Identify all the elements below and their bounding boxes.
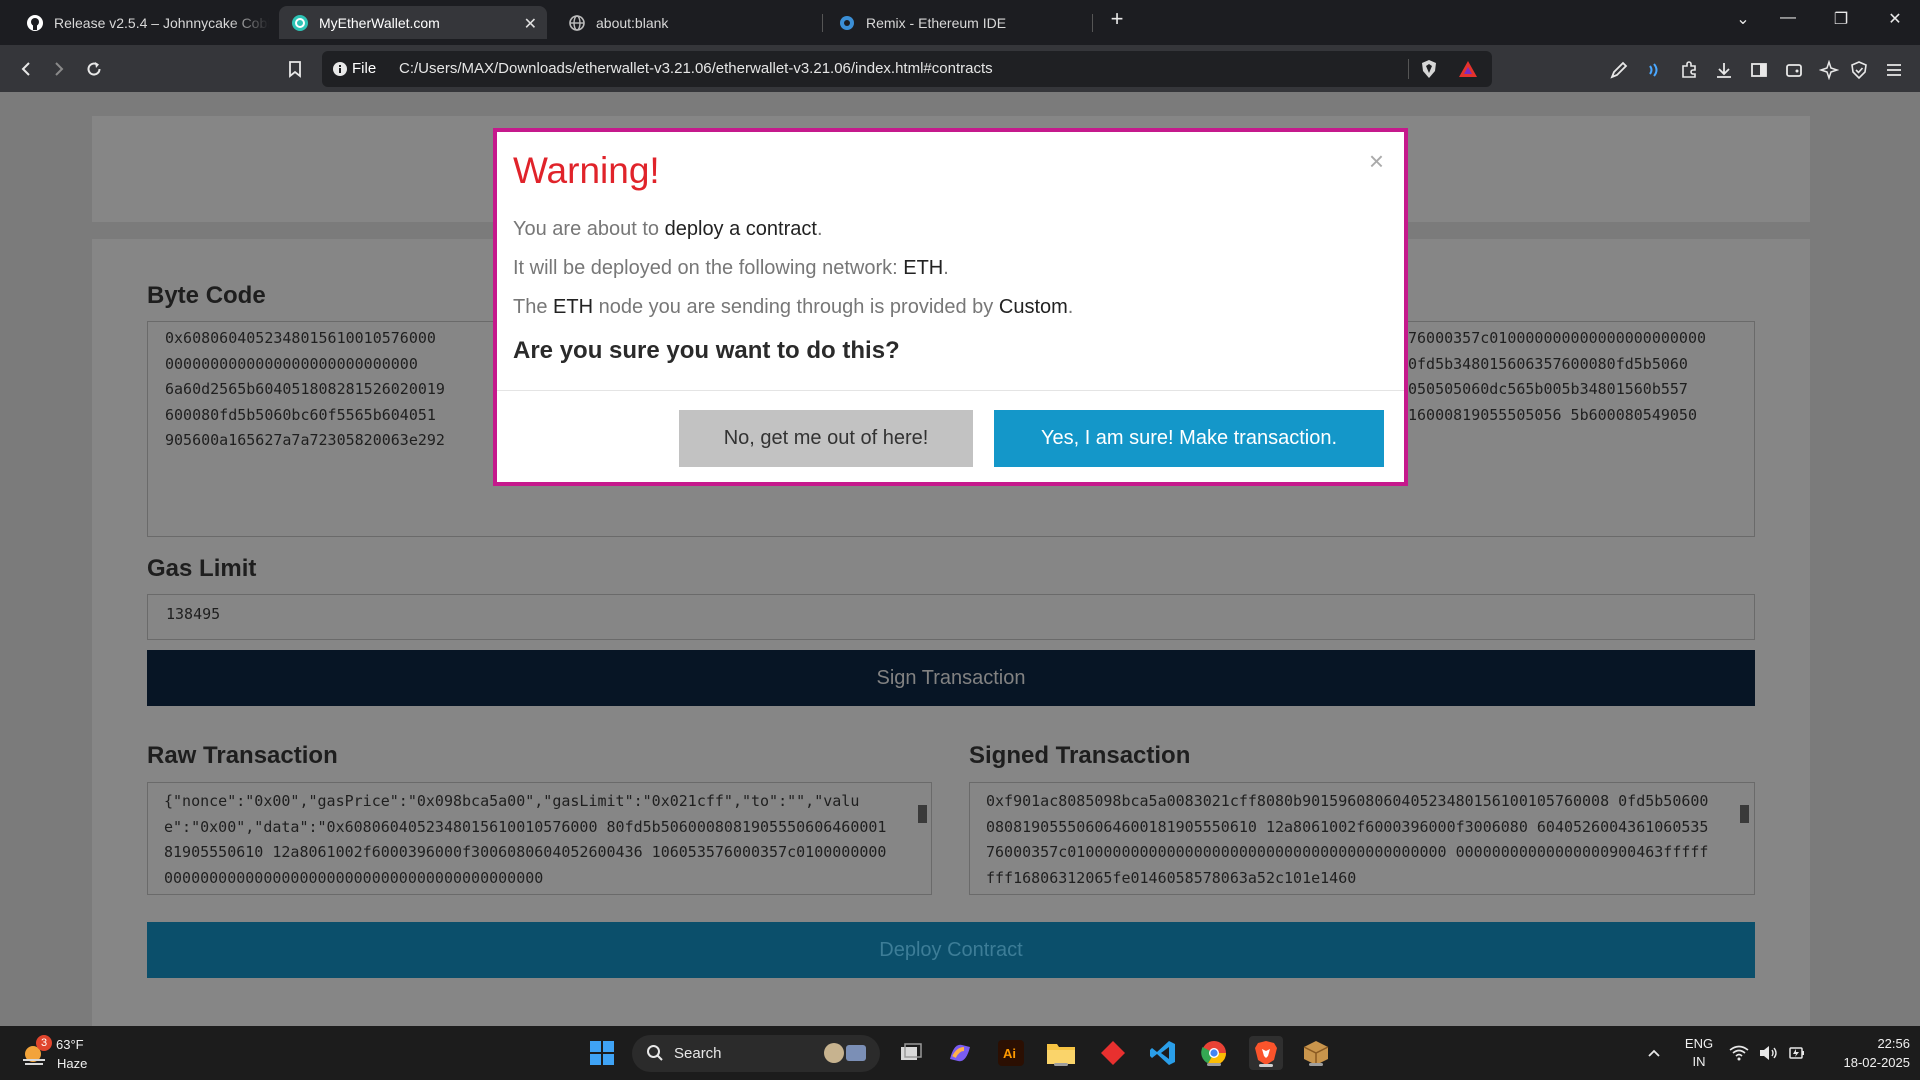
sidebar-icon[interactable] [1748, 59, 1770, 81]
battery-icon[interactable] [1785, 1037, 1809, 1069]
byte-code-line: 050505060dc565b005b34801560b557 [1408, 380, 1688, 398]
raw-transaction-label: Raw Transaction [147, 742, 338, 769]
tab-search-chevron-icon[interactable]: ⌄ [1728, 9, 1758, 29]
language-indicator[interactable]: ENG IN [1684, 1036, 1714, 1069]
tab-remix[interactable]: Remix - Ethereum IDE [826, 6, 1081, 39]
dialog-line-network: It will be deployed on the following net… [513, 257, 949, 279]
node-provider-text: Custom [998, 296, 1068, 318]
tab-about-blank[interactable]: about:blank [556, 6, 811, 39]
warning-dialog: Warning! × You are about to deploy a con… [493, 128, 1408, 486]
clock-date: 18-02-2025 [1843, 1055, 1911, 1070]
copilot-icon[interactable] [944, 1037, 976, 1069]
dialog-divider [497, 390, 1404, 391]
file-explorer-icon[interactable] [1045, 1037, 1077, 1069]
window-close-icon[interactable]: ✕ [1880, 9, 1910, 29]
restore-icon[interactable]: ❐ [1826, 9, 1856, 29]
byte-code-line: 0000000000000000000000000000 [165, 355, 418, 373]
confirm-transaction-button[interactable]: Yes, I am sure! Make transaction. [994, 410, 1384, 467]
signed-transaction-label: Signed Transaction [969, 742, 1191, 769]
brave-shields-icon[interactable] [1420, 59, 1438, 84]
scheme-label: File [352, 60, 377, 77]
tab-title: about:blank [596, 14, 669, 31]
illustrator-icon[interactable]: Ai [995, 1037, 1027, 1069]
app-diamond-icon[interactable] [1097, 1037, 1129, 1069]
byte-code-line: 600080fd5b5060bc60f5565b604051 [165, 406, 436, 424]
gas-limit-input[interactable]: 138495 [147, 594, 1755, 640]
package-icon[interactable] [1300, 1037, 1332, 1069]
taskbar-search[interactable]: Search [632, 1035, 880, 1072]
pen-extension-icon[interactable] [1608, 59, 1630, 81]
taskbar: 3 63°F Haze Search Ai ENG IN 22:56 18-02… [0, 1026, 1920, 1080]
browser-toolbar: File C:/Users/MAX/Downloads/etherwallet-… [0, 45, 1920, 92]
signed-transaction-textarea[interactable]: 0xf901ac8085098bca5a0083021cff8080b90159… [969, 782, 1755, 895]
download-icon[interactable] [1713, 59, 1735, 81]
byte-code-line: 76000357c010000000000000000000000 [1408, 329, 1707, 347]
byte-code-line: 0fd5b348015606357600080fd5b5060 [1408, 355, 1688, 373]
action-text: deploy a contract [664, 218, 817, 240]
bookmark-icon[interactable] [281, 55, 309, 83]
network-text: ETH [903, 257, 944, 279]
weather-temp[interactable]: 63°F [56, 1037, 84, 1052]
wallet-icon[interactable] [1783, 59, 1805, 81]
search-placeholder: Search [674, 1045, 722, 1062]
clock-time: 22:56 [1877, 1036, 1910, 1051]
byte-code-line: 6a60d2565b604051808281526020019 [165, 380, 445, 398]
read-aloud-icon[interactable] [1643, 59, 1665, 81]
byte-code-line: 905600a165627a7a72305820063e292 [165, 431, 445, 449]
myetherwallet-icon [291, 14, 309, 32]
deploy-contract-button[interactable]: Deploy Contract [147, 922, 1755, 978]
dialog-question: Are you sure you want to do this? [513, 337, 900, 364]
weather-desc: Haze [57, 1056, 88, 1071]
close-icon[interactable]: × [1369, 146, 1384, 177]
dialog-line-action: You are about to deploy a contract. [513, 218, 823, 240]
forward-icon[interactable] [45, 55, 73, 83]
signed-transaction-scrollbar[interactable] [1737, 785, 1751, 890]
new-tab-button[interactable]: + [1102, 6, 1132, 32]
tab-github-release[interactable]: Release v2.5.4 – Johnnycake Cobble [14, 6, 269, 39]
remix-icon [838, 14, 856, 32]
dialog-title: Warning! [513, 150, 660, 191]
sign-transaction-button[interactable]: Sign Transaction [147, 650, 1755, 706]
cancel-button[interactable]: No, get me out of here! [679, 410, 973, 467]
windows-start-icon[interactable] [586, 1037, 618, 1069]
byte-code-label: Byte Code [147, 282, 266, 309]
leo-ai-icon[interactable] [1818, 59, 1840, 81]
volume-icon[interactable] [1757, 1037, 1781, 1069]
byte-code-line: 0x6080604052348015610010576000 [165, 329, 436, 347]
tab-myetherwallet[interactable]: MyEtherWallet.com ✕ [279, 6, 547, 39]
address-bar[interactable]: File C:/Users/MAX/Downloads/etherwallet-… [322, 51, 1492, 87]
minimize-icon[interactable]: — [1773, 9, 1803, 27]
vscode-icon[interactable] [1147, 1037, 1179, 1069]
brave-browser-icon[interactable] [1249, 1036, 1283, 1070]
raw-transaction-textarea[interactable]: {"nonce":"0x00","gasPrice":"0x098bca5a00… [147, 782, 932, 895]
task-view-icon[interactable] [895, 1037, 927, 1069]
globe-icon [568, 14, 586, 32]
weather-badge: 3 [36, 1035, 52, 1051]
chrome-icon[interactable] [1198, 1037, 1230, 1069]
brave-rewards-icon[interactable] [1458, 59, 1478, 84]
tab-title: Remix - Ethereum IDE [866, 14, 1007, 31]
byte-code-line: 16000819055505056 5b600080549050 [1408, 406, 1697, 424]
vpn-shield-icon[interactable] [1848, 59, 1870, 81]
tab-strip: Release v2.5.4 – Johnnycake Cobble MyEth… [0, 0, 1920, 45]
url-text[interactable]: C:/Users/MAX/Downloads/etherwallet-v3.21… [399, 60, 993, 77]
node-network-text: ETH [553, 296, 594, 318]
search-icon [646, 1044, 664, 1067]
dialog-line-node: The ETH node you are sending through is … [513, 296, 1074, 318]
show-hidden-icons-chevron-icon[interactable] [1638, 1037, 1670, 1069]
svg-text:Ai: Ai [1003, 1046, 1016, 1061]
clock[interactable]: 22:56 18-02-2025 [1820, 1036, 1911, 1070]
menu-icon[interactable] [1883, 59, 1905, 81]
wifi-icon[interactable] [1727, 1037, 1751, 1069]
raw-transaction-scrollbar[interactable] [915, 785, 929, 890]
extensions-puzzle-icon[interactable] [1678, 59, 1700, 81]
search-highlight-icon [820, 1039, 870, 1072]
close-tab-icon[interactable]: ✕ [524, 14, 537, 34]
tab-title: MyEtherWallet.com [319, 14, 440, 31]
gas-limit-label: Gas Limit [147, 555, 257, 582]
reload-icon[interactable] [80, 55, 108, 83]
site-info-icon[interactable] [332, 61, 348, 82]
github-icon [26, 14, 44, 32]
back-icon[interactable] [12, 55, 40, 83]
